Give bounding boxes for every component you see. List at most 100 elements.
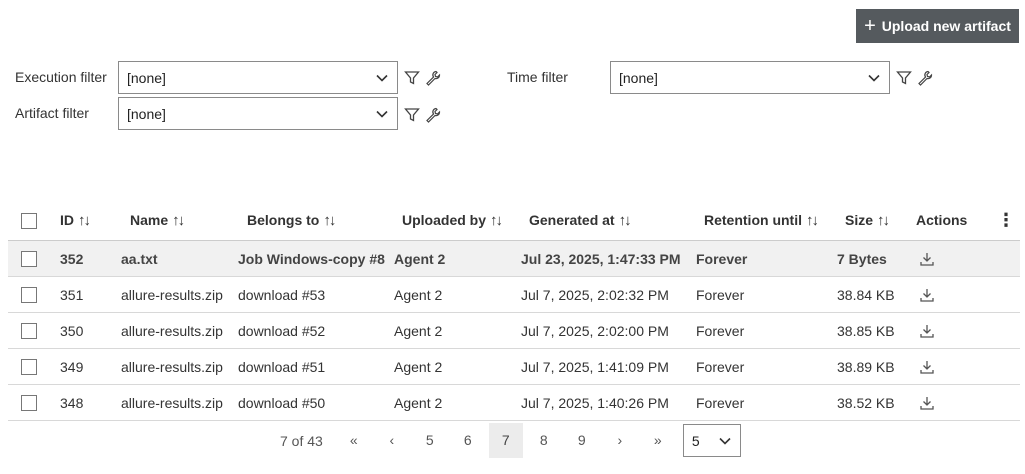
sort-icon: ↑↓ <box>323 211 336 229</box>
cell-id: 349 <box>60 348 121 385</box>
wrench-icon[interactable] <box>425 70 441 86</box>
sort-icon: ↑↓ <box>618 211 632 229</box>
cell-belongs-to: download #52 <box>238 312 394 349</box>
first-page-button[interactable]: « <box>335 423 373 458</box>
download-icon[interactable] <box>919 359 935 375</box>
wrench-icon[interactable] <box>425 107 441 123</box>
cell-retention-until: Forever <box>696 384 837 421</box>
row-checkbox[interactable] <box>21 323 37 340</box>
cell-uploaded-by: Agent 2 <box>394 240 521 277</box>
column-header-size[interactable]: Size ↑↓ <box>837 200 912 241</box>
cell-id: 348 <box>60 384 121 421</box>
page-button[interactable]: 8 <box>525 423 563 458</box>
plus-icon: + <box>864 15 876 37</box>
cell-belongs-to: download #50 <box>238 384 394 421</box>
cell-uploaded-by: Agent 2 <box>394 312 521 349</box>
page-button[interactable]: 9 <box>563 423 601 458</box>
download-icon[interactable] <box>919 251 935 267</box>
execution-filter-label: Execution filter <box>15 69 107 85</box>
execution-filter-select[interactable]: [none] <box>118 61 398 94</box>
column-header-uploaded-by[interactable]: Uploaded by ↑↓ <box>394 200 521 241</box>
cell-name: allure-results.zip <box>121 384 238 421</box>
row-checkbox[interactable] <box>21 287 37 304</box>
chevron-down-icon <box>376 110 388 118</box>
cell-id: 350 <box>60 312 121 349</box>
cell-belongs-to: download #53 <box>238 276 394 313</box>
funnel-icon[interactable] <box>404 70 420 86</box>
artifact-filter-value: [none] <box>127 105 166 122</box>
column-header-id[interactable]: ID ↑↓ <box>60 200 121 241</box>
column-header-actions: Actions <box>912 200 992 241</box>
cell-belongs-to: download #51 <box>238 348 394 385</box>
execution-filter-value: [none] <box>127 69 166 86</box>
cell-name: allure-results.zip <box>121 348 238 385</box>
row-checkbox[interactable] <box>21 395 37 412</box>
cell-size: 38.84 KB <box>837 276 912 313</box>
cell-uploaded-by: Agent 2 <box>394 348 521 385</box>
cell-size: 7 Bytes <box>837 240 912 277</box>
sort-icon: ↑↓ <box>806 211 819 229</box>
artifact-filter-label: Artifact filter <box>15 105 89 121</box>
download-icon[interactable] <box>919 323 935 339</box>
chevron-down-icon <box>719 437 731 445</box>
column-header-retention-until[interactable]: Retention until ↑↓ <box>696 200 837 241</box>
wrench-icon[interactable] <box>917 70 933 86</box>
cell-generated-at: Jul 7, 2025, 1:41:09 PM <box>521 348 696 385</box>
row-checkbox[interactable] <box>21 359 37 376</box>
page-button[interactable]: 5 <box>411 423 449 458</box>
kebab-menu-icon: ⋮ <box>997 209 1015 230</box>
artifacts-table: ID ↑↓ Name ↑↓ Belongs to ↑↓ Uploaded by ↑↓ G… <box>8 200 1020 421</box>
page-size-value: 5 <box>691 432 700 449</box>
cell-uploaded-by: Agent 2 <box>394 384 521 421</box>
cell-id: 351 <box>60 276 121 313</box>
page-size-select[interactable]: 5 <box>682 424 741 457</box>
last-page-button[interactable]: » <box>639 423 677 458</box>
cell-retention-until: Forever <box>696 348 837 385</box>
sort-icon: ↑↓ <box>490 211 503 229</box>
download-icon[interactable] <box>919 395 935 411</box>
funnel-icon[interactable] <box>896 70 912 86</box>
sort-icon: ↑↓ <box>78 211 91 229</box>
download-icon[interactable] <box>919 287 935 303</box>
cell-size: 38.52 KB <box>837 384 912 421</box>
artifact-filter-select[interactable]: [none] <box>118 97 398 130</box>
prev-page-button[interactable]: ‹ <box>373 423 411 458</box>
cell-retention-until: Forever <box>696 240 837 277</box>
cell-size: 38.89 KB <box>837 348 912 385</box>
current-page-button[interactable]: 7 <box>488 423 523 458</box>
cell-generated-at: Jul 7, 2025, 1:40:26 PM <box>521 384 696 421</box>
cell-name: allure-results.zip <box>121 276 238 313</box>
cell-uploaded-by: Agent 2 <box>394 276 521 313</box>
upload-button-label: Upload new artifact <box>881 18 1011 34</box>
cell-name: allure-results.zip <box>121 312 238 349</box>
column-header-belongs-to[interactable]: Belongs to ↑↓ <box>238 200 394 241</box>
sort-icon: ↑↓ <box>172 211 185 229</box>
table-row[interactable]: 351 allure-results.zip download #53 Agen… <box>8 276 1020 313</box>
cell-retention-until: Forever <box>696 276 837 313</box>
row-checkbox[interactable] <box>21 251 37 268</box>
table-row[interactable]: 352 aa.txt Job Windows-copy #8 Agent 2 J… <box>8 240 1020 277</box>
table-header-row: ID ↑↓ Name ↑↓ Belongs to ↑↓ Uploaded by ↑↓ G… <box>8 200 1020 241</box>
column-menu-button[interactable]: ⋮ <box>992 200 1020 241</box>
cell-retention-until: Forever <box>696 312 837 349</box>
next-page-button[interactable]: › <box>601 423 639 458</box>
chevron-down-icon <box>376 74 388 82</box>
column-header-generated-at[interactable]: Generated at ↑↓ <box>521 200 696 241</box>
column-header-name[interactable]: Name ↑↓ <box>121 200 238 241</box>
cell-name: aa.txt <box>121 240 238 277</box>
table-row[interactable]: 349 allure-results.zip download #51 Agen… <box>8 348 1020 385</box>
cell-generated-at: Jul 23, 2025, 1:47:33 PM <box>521 240 696 277</box>
select-all-checkbox[interactable] <box>21 212 37 229</box>
cell-generated-at: Jul 7, 2025, 2:02:32 PM <box>521 276 696 313</box>
upload-new-artifact-button[interactable]: + Upload new artifact <box>856 9 1019 43</box>
table-row[interactable]: 350 allure-results.zip download #52 Agen… <box>8 312 1020 349</box>
cell-generated-at: Jul 7, 2025, 2:02:00 PM <box>521 312 696 349</box>
time-filter-select[interactable]: [none] <box>610 61 890 94</box>
page-button[interactable]: 6 <box>449 423 487 458</box>
time-filter-label: Time filter <box>507 69 568 85</box>
pagination: 7 of 43 « ‹ 5 6 7 8 9 › » 5 <box>280 423 741 458</box>
cell-size: 38.85 KB <box>837 312 912 349</box>
table-row[interactable]: 348 allure-results.zip download #50 Agen… <box>8 384 1020 421</box>
funnel-icon[interactable] <box>404 107 420 123</box>
chevron-down-icon <box>868 74 880 82</box>
